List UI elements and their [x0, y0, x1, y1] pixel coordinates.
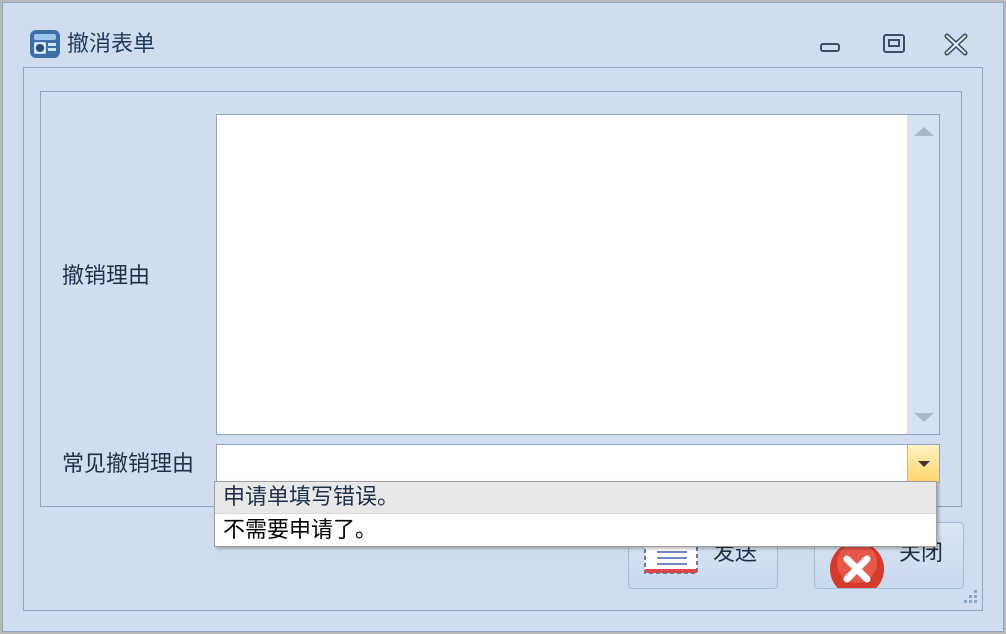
form-group: 撤销理由 常见撤销理由: [40, 91, 962, 507]
dropdown-button[interactable]: [907, 445, 939, 482]
dropdown-option[interactable]: 不需要申请了。: [215, 515, 936, 547]
red-x-icon: [830, 542, 884, 588]
scroll-down-icon[interactable]: [914, 413, 934, 422]
chevron-down-icon: [918, 461, 930, 467]
common-reason-label: 常见撤销理由: [62, 452, 195, 477]
form-app-icon: [30, 30, 60, 58]
maximize-icon[interactable]: [879, 31, 909, 59]
minimize-icon[interactable]: [815, 31, 845, 59]
common-reason-input[interactable]: [219, 447, 903, 480]
title-bar[interactable]: 撤消表单: [3, 3, 1003, 65]
window-title: 撤消表单: [67, 32, 156, 57]
scroll-up-icon[interactable]: [914, 127, 934, 136]
reason-label: 撤销理由: [62, 264, 151, 289]
reason-scrollbar[interactable]: [907, 115, 939, 434]
resize-grip-icon[interactable]: [960, 588, 978, 606]
common-reason-combo[interactable]: [216, 444, 940, 483]
reason-textarea[interactable]: [216, 114, 940, 435]
dropdown-option[interactable]: 申请单填写错误。: [215, 482, 936, 514]
reason-dropdown-list: 申请单填写错误。 不需要申请了。: [214, 481, 937, 547]
close-icon[interactable]: [941, 31, 971, 59]
